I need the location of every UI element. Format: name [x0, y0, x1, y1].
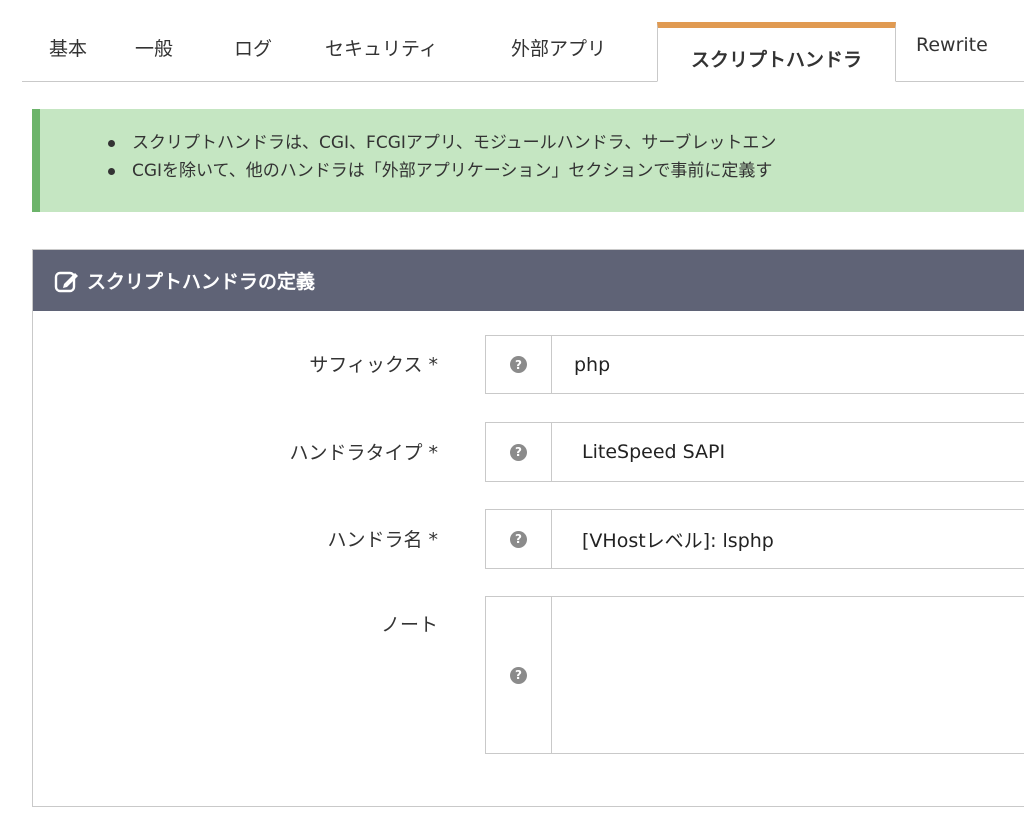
handler-type-label: ハンドラタイプ * [289, 442, 438, 464]
info-notice: スクリプトハンドラは、CGI、FCGIアプリ、モジュールハンドラ、サーブレットエ… [32, 109, 1024, 212]
suffix-field[interactable]: ? php [485, 335, 1024, 394]
tab-security[interactable]: セキュリティ [325, 34, 438, 61]
handler-name-field[interactable]: ? [VHostレベル]: lsphp [485, 509, 1024, 569]
edit-icon [54, 271, 78, 292]
note-label: ノート [380, 614, 438, 636]
help-icon: ? [510, 443, 527, 461]
note-field[interactable]: ? [485, 596, 1024, 754]
help-icon: ? [510, 356, 527, 373]
tab-external-app[interactable]: 外部アプリ [511, 34, 606, 61]
tab-rewrite[interactable]: Rewrite [916, 34, 988, 56]
panel-title: スクリプトハンドラの定義 [87, 271, 316, 293]
tab-basic[interactable]: 基本 [49, 34, 87, 61]
handler-type-value: LiteSpeed SAPI [582, 441, 726, 463]
tab-general[interactable]: 一般 [135, 34, 173, 61]
tab-script-handler[interactable]: スクリプトハンドラ [657, 22, 896, 82]
help-button[interactable]: ? [486, 336, 552, 393]
notice-item: CGIを除いて、他のハンドラは「外部アプリケーション」セクションで事前に定義す [108, 157, 1024, 185]
help-button[interactable]: ? [486, 423, 552, 481]
suffix-label: サフィックス * [309, 354, 438, 376]
help-icon: ? [510, 666, 527, 684]
suffix-value: php [574, 353, 611, 376]
help-icon: ? [510, 530, 527, 548]
help-button[interactable]: ? [486, 510, 552, 568]
panel-header: スクリプトハンドラの定義 [33, 250, 1024, 311]
handler-name-value: [VHostレベル]: lsphp [582, 529, 774, 552]
handler-type-field[interactable]: ? LiteSpeed SAPI [485, 422, 1024, 482]
tab-log[interactable]: ログ [234, 34, 272, 61]
script-handler-definition-panel: スクリプトハンドラの定義 サフィックス * ? php ハンドラタイプ * ? … [32, 249, 1024, 807]
handler-name-label: ハンドラ名 * [327, 529, 438, 551]
help-button[interactable]: ? [486, 597, 552, 753]
tab-bar: 基本 一般 ログ セキュリティ 外部アプリ スクリプトハンドラ Rewrite [22, 0, 1024, 82]
notice-item: スクリプトハンドラは、CGI、FCGIアプリ、モジュールハンドラ、サーブレットエ… [108, 129, 1024, 157]
